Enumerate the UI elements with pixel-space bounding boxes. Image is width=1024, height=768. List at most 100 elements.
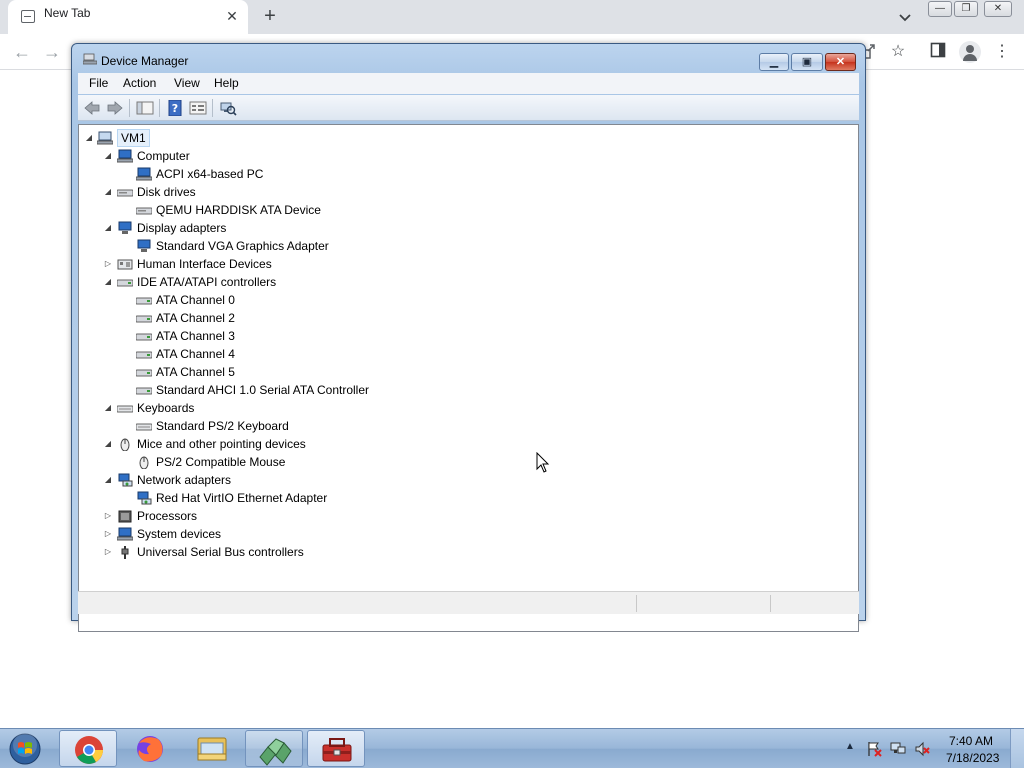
taskbar-chrome-button[interactable] [59,730,117,767]
menu-file[interactable]: File [89,76,108,90]
window-title: Device Manager [101,54,189,68]
help-icon[interactable]: ? [166,100,184,116]
taskbar-firefox-button[interactable] [121,730,179,767]
expand-arrow-icon[interactable]: ▷ [103,507,113,525]
action-center-flag-icon[interactable] [866,741,882,757]
taskbar: ▲ 7:40 AM 7/18/2023 [0,728,1024,768]
tree-category-row[interactable]: ◢ Display adapters [79,219,479,237]
keyboard-icon [117,405,133,413]
scan-hardware-changes-icon[interactable] [219,100,237,116]
collapse-arrow-icon[interactable]: ◢ [103,435,113,453]
tree-device-row[interactable]: Standard AHCI 1.0 Serial ATA Controller [79,381,479,399]
back-arrow-icon[interactable]: ← [12,42,32,62]
tree-device-label: ACPI x64-based PC [156,167,264,181]
menu-view[interactable]: View [174,76,200,90]
mouse-cursor-icon [536,452,550,473]
clock-date[interactable]: 7/18/2023 [946,751,999,765]
collapse-arrow-icon[interactable]: ◢ [103,471,113,489]
browser-restore-button[interactable]: ❐ [954,1,978,17]
expand-arrow-icon[interactable]: ▷ [103,543,113,561]
menu-help[interactable]: Help [214,76,239,90]
clock-time[interactable]: 7:40 AM [949,734,993,748]
tree-device-row[interactable]: ATA Channel 3 [79,327,479,345]
device-tree[interactable]: ◢ VM1 ◢ Computer ACPI x64-based PC ◢ Disk dr… [78,124,859,632]
expand-arrow-icon[interactable]: ▷ [103,255,113,273]
expand-arrow-icon[interactable]: ▷ [103,525,113,543]
tree-category-label: Network adapters [137,473,232,487]
properties-icon[interactable] [189,100,207,116]
show-desktop-button[interactable] [1010,729,1024,768]
bookmark-star-icon[interactable]: ☆ [888,42,908,62]
chrome-icon [75,736,103,764]
tree-device-row[interactable]: ACPI x64-based PC [79,165,479,183]
tree-device-label: Standard VGA Graphics Adapter [156,239,329,253]
collapse-arrow-icon[interactable]: ◢ [103,219,113,237]
back-icon[interactable] [83,100,101,116]
tree-device-row[interactable]: ATA Channel 0 [79,291,479,309]
taskbar-device-manager-button[interactable] [307,730,365,767]
tree-device-row[interactable]: ATA Channel 4 [79,345,479,363]
tree-device-row[interactable]: ATA Channel 5 [79,363,479,381]
tab-search-chevron-icon[interactable] [894,6,916,28]
profile-avatar-icon[interactable] [959,41,981,63]
new-tab-button[interactable]: + [258,4,282,28]
browser-minimize-button[interactable]: — [928,1,952,17]
minimize-button[interactable]: ▁ [759,53,789,71]
collapse-arrow-icon[interactable]: ◢ [84,129,94,147]
ide-controller-icon [117,279,133,287]
taskbar-network-app-button[interactable] [245,730,303,767]
device-manager-titlebar[interactable]: Device Manager ▁ ▣ ✕ [72,44,865,72]
show-hide-console-tree-icon[interactable] [136,100,154,116]
tree-category-row[interactable]: ◢ Network adapters [79,471,479,489]
tree-device-row[interactable]: Red Hat VirtIO Ethernet Adapter [79,489,479,507]
collapse-arrow-icon[interactable]: ◢ [103,273,113,291]
tree-category-row[interactable]: ◢ Disk drives [79,183,479,201]
taskbar-file-explorer-button[interactable] [183,730,241,767]
svg-text:?: ? [172,102,178,115]
show-hidden-icons-arrow-icon[interactable]: ▲ [845,741,855,752]
tree-root-row[interactable]: ◢ VM1 [79,129,379,147]
tree-category-row[interactable]: ◢ Computer [79,147,479,165]
browser-close-button[interactable]: ✕ [984,1,1012,17]
tree-category-label: Computer [137,149,190,163]
mouse-icon [120,438,130,451]
network-status-icon[interactable] [890,741,906,757]
tree-device-label: ATA Channel 5 [156,365,235,379]
menu-action[interactable]: Action [123,76,156,90]
tree-category-row[interactable]: ▷ Processors [79,507,479,525]
tree-device-row[interactable]: PS/2 Compatible Mouse [79,453,479,471]
disk-drive-device-icon [136,207,152,215]
collapse-arrow-icon[interactable]: ◢ [103,147,113,165]
tree-category-row[interactable]: ◢ IDE ATA/ATAPI controllers [79,273,479,291]
tree-category-row[interactable]: ◢ Keyboards [79,399,479,417]
forward-icon[interactable] [106,100,124,116]
tree-device-row[interactable]: QEMU HARDDISK ATA Device [79,201,479,219]
display-adapter-icon [118,221,132,234]
tree-category-row[interactable]: ◢ Mice and other pointing devices [79,435,479,453]
tree-category-row[interactable]: ▷ Universal Serial Bus controllers [79,543,479,561]
side-panel-icon[interactable] [928,42,948,62]
windows-start-button-icon[interactable] [6,732,44,766]
collapse-arrow-icon[interactable]: ◢ [103,399,113,417]
new-tab-favicon-icon [21,10,35,23]
tree-category-row[interactable]: ▷ System devices [79,525,479,543]
tree-category-label: System devices [137,527,222,541]
more-menu-icon[interactable]: ⋮ [992,42,1012,62]
maximize-button[interactable]: ▣ [791,53,823,71]
tab-close-icon[interactable]: ✕ [224,8,240,24]
tree-device-row[interactable]: Standard VGA Graphics Adapter [79,237,479,255]
close-button[interactable]: ✕ [825,53,856,71]
computer-icon [117,149,133,163]
tree-device-row[interactable]: ATA Channel 2 [79,309,479,327]
tree-device-row[interactable]: Standard PS/2 Keyboard [79,417,479,435]
tree-category-label: Human Interface Devices [137,257,272,271]
toolbar-separator [159,99,160,117]
ide-controller-device-icon [136,297,152,305]
tab-new-tab[interactable]: New Tab ✕ [8,0,248,34]
forward-arrow-icon[interactable]: → [42,42,62,62]
volume-muted-icon[interactable] [914,741,930,757]
device-manager-icon [322,738,352,762]
tree-category-label: Keyboards [137,401,195,415]
tree-category-row[interactable]: ▷ Human Interface Devices [79,255,479,273]
collapse-arrow-icon[interactable]: ◢ [103,183,113,201]
